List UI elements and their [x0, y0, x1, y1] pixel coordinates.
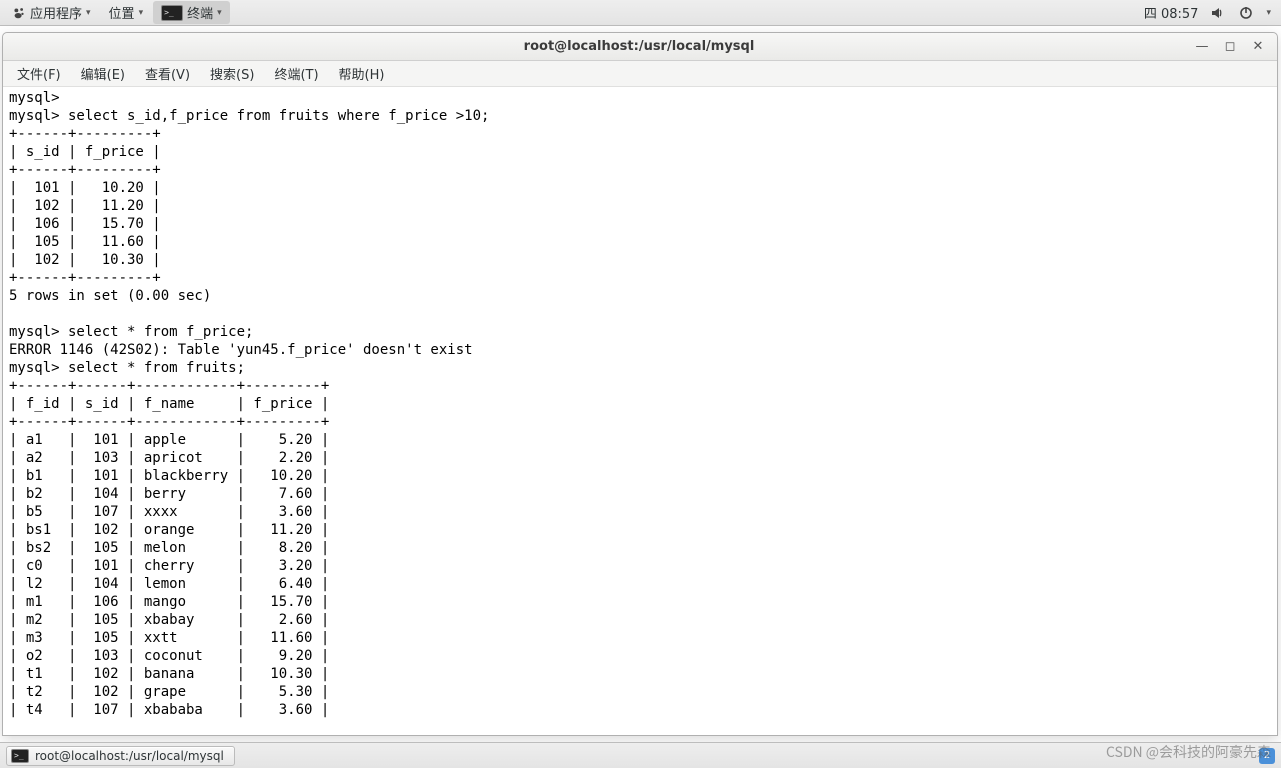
gnome-foot-icon	[12, 6, 26, 20]
applications-menu[interactable]: 应用程序 ▾	[4, 1, 99, 24]
active-app-menu[interactable]: 终端 ▾	[153, 1, 230, 24]
window-titlebar[interactable]: root@localhost:/usr/local/mysql — ◻ ✕	[3, 33, 1277, 61]
menu-help[interactable]: 帮助(H)	[331, 62, 393, 85]
terminal-menubar: 文件(F) 编辑(E) 查看(V) 搜索(S) 终端(T) 帮助(H)	[3, 61, 1277, 87]
volume-icon[interactable]	[1210, 5, 1226, 21]
places-menu[interactable]: 位置 ▾	[101, 1, 152, 24]
menu-terminal[interactable]: 终端(T)	[266, 62, 326, 85]
chevron-down-icon: ▾	[139, 8, 144, 18]
terminal-icon	[11, 749, 29, 763]
terminal-icon	[161, 5, 183, 21]
taskbar-task-label: root@localhost:/usr/local/mysql	[35, 749, 224, 763]
gnome-top-panel: 应用程序 ▾ 位置 ▾ 终端 ▾ 四 08:57 ▾	[0, 0, 1281, 26]
clock-label[interactable]: 四 08:57	[1144, 3, 1199, 22]
taskbar-terminal-button[interactable]: root@localhost:/usr/local/mysql	[6, 746, 235, 766]
window-title: root@localhost:/usr/local/mysql	[83, 39, 1195, 54]
active-app-label: 终端	[187, 3, 213, 22]
terminal-window: root@localhost:/usr/local/mysql — ◻ ✕ 文件…	[2, 32, 1278, 736]
maximize-button[interactable]: ◻	[1223, 39, 1237, 54]
applications-label: 应用程序	[30, 3, 82, 22]
minimize-button[interactable]: —	[1195, 39, 1209, 54]
chevron-down-icon: ▾	[217, 8, 222, 18]
chevron-down-icon: ▾	[86, 8, 91, 18]
power-icon[interactable]	[1238, 5, 1254, 21]
menu-search[interactable]: 搜索(S)	[202, 62, 262, 85]
menu-file[interactable]: 文件(F)	[9, 62, 69, 85]
gnome-bottom-panel: root@localhost:/usr/local/mysql 2	[0, 742, 1281, 768]
workspace-switcher[interactable]: 2	[1259, 748, 1275, 764]
terminal-output[interactable]: mysql> mysql> select s_id,f_price from f…	[3, 87, 1277, 735]
menu-view[interactable]: 查看(V)	[137, 62, 198, 85]
chevron-down-icon[interactable]: ▾	[1266, 8, 1271, 18]
close-button[interactable]: ✕	[1251, 39, 1265, 54]
menu-edit[interactable]: 编辑(E)	[73, 62, 133, 85]
places-label: 位置	[109, 3, 135, 22]
